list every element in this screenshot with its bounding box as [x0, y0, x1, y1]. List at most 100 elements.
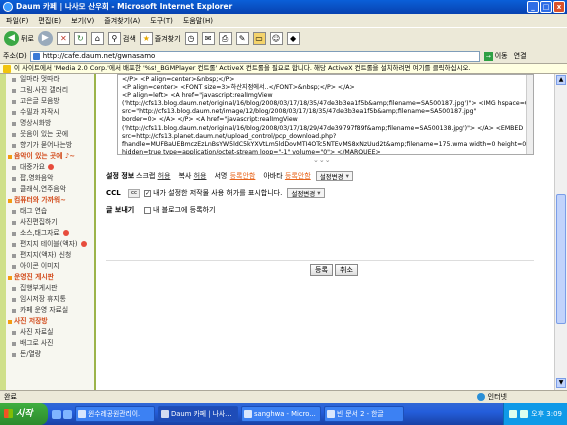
messenger-icon[interactable]: ☺ — [269, 32, 283, 45]
tray-network-icon[interactable] — [509, 410, 518, 418]
sidebar-item[interactable]: 클래식,연주음악 — [0, 184, 94, 195]
tray-volume-icon[interactable] — [520, 410, 529, 418]
maximize-button[interactable]: □ — [540, 1, 552, 13]
folder-icon[interactable]: ▭ — [252, 32, 266, 45]
menu-view[interactable]: 보기(V) — [71, 16, 94, 26]
sidebar-item[interactable]: 웃음이 있는 곳에 — [0, 129, 94, 140]
sidebar-section-header[interactable]: 컴퓨터와 가까워~ — [0, 195, 94, 206]
quicklaunch-desktop-icon[interactable] — [63, 409, 72, 419]
sidebar-item[interactable]: 사진 자료실 — [0, 327, 94, 338]
status-text: 완료 — [4, 393, 17, 401]
zone-text: 인터넷 — [487, 393, 507, 401]
sidebar-item[interactable]: 편지지 테이블(액자) — [0, 239, 94, 250]
copy-label: 복사 — [178, 172, 192, 180]
scroll-thumb[interactable] — [556, 194, 566, 324]
sidebar-item-label: 일마라 멋따라 — [20, 75, 60, 83]
forward-arrow-icon[interactable]: ▶ — [37, 31, 53, 46]
ccl-settings-select[interactable]: 설정변경 — [287, 188, 325, 198]
sidebar-item[interactable]: 그림.사진 갤러리 — [0, 85, 94, 96]
page-scrollbar[interactable]: ▲ ▼ — [554, 74, 567, 390]
address-input[interactable]: http://cafe.daum.net/gwnasamo — [29, 50, 480, 62]
task-button-1[interactable]: 윈수레공원관리이. — [75, 406, 155, 422]
copy-value[interactable]: 허용 — [194, 171, 207, 181]
stop-icon[interactable]: ✕ — [56, 32, 70, 45]
close-button[interactable]: x — [553, 1, 565, 13]
sidebar-section-header[interactable]: 운영진 게시판 — [0, 272, 94, 283]
avatar-label: 아바타 — [263, 172, 283, 180]
edit-icon[interactable]: ✎ — [235, 32, 249, 45]
activex-info-bar[interactable]: 이 사이트에서 'Media 2.0 Corp.'에서 배포한 '%s!_BGM… — [0, 63, 567, 74]
sidebar-item[interactable]: 일마라 멋따라 — [0, 74, 94, 85]
scroll-down-icon[interactable]: ▼ — [556, 378, 566, 388]
sidebar-item[interactable]: 대중가요 — [0, 162, 94, 173]
shield-icon — [3, 65, 11, 73]
cancel-button[interactable]: 취소 — [335, 264, 358, 276]
bullet-icon — [12, 210, 16, 214]
code-line: </P> <P align=center>&nbsp;</P> — [122, 76, 235, 83]
scroll-up-icon[interactable]: ▲ — [556, 75, 566, 85]
html-source-editor[interactable]: </P> <P align=center>&nbsp;</P> <P align=… — [117, 74, 534, 155]
back-button[interactable]: ◀ 뒤로 — [4, 31, 34, 46]
task-button-3[interactable]: sanghwa - Micro... — [241, 406, 321, 422]
post-text: 내 블로그에 등록하기 — [153, 206, 216, 214]
bullet-icon — [8, 199, 12, 203]
sidebar-item[interactable]: 사진편집하기 — [0, 217, 94, 228]
sidebar-item-label: 웃음이 있는 곳에 — [20, 130, 69, 138]
scrap-label: 스크랩 — [136, 172, 156, 180]
menu-favorites[interactable]: 즐겨찾기(A) — [104, 16, 140, 26]
sidebar-item[interactable]: 임시저장 휴지통 — [0, 294, 94, 305]
links-label[interactable]: 연결 — [514, 51, 527, 61]
sidebar-item-label: 컴퓨터와 가까워~ — [14, 196, 66, 204]
sidebar-item[interactable]: 소스,태그자료 — [0, 228, 94, 239]
search-button[interactable]: ⚲ 검색 — [107, 32, 136, 45]
avatar-value[interactable]: 등록안함 — [285, 171, 311, 181]
sidebar-item[interactable]: 편지지(액자) 신청 — [0, 250, 94, 261]
settings-change-select[interactable]: 설정변경 — [315, 171, 353, 181]
start-button[interactable]: 시작 — [0, 403, 48, 425]
menu-file[interactable]: 파일(F) — [6, 16, 28, 26]
history-icon[interactable]: ◷ — [184, 32, 198, 45]
menu-tools[interactable]: 도구(T) — [150, 16, 173, 26]
resize-handle[interactable]: ⌄⌄⌄ — [313, 156, 331, 164]
sidebar-item[interactable]: 배그로 사진 — [0, 338, 94, 349]
home-icon[interactable]: ⌂ — [90, 32, 104, 45]
sidebar-item[interactable]: 태그 연습 — [0, 206, 94, 217]
code-line: ('http://cfs13.blog.daum.net/original/16… — [122, 100, 529, 108]
bullet-icon — [12, 243, 16, 247]
sidebar-item[interactable]: 향기가 묻어나는방 — [0, 140, 94, 151]
research-icon[interactable]: ◆ — [286, 32, 300, 45]
sidebar-section-header[interactable]: 사진 저장방 — [0, 316, 94, 327]
quicklaunch-ie-icon[interactable] — [52, 409, 61, 419]
go-button[interactable]: → 이동 — [483, 51, 508, 61]
sidebar-section-header[interactable]: 음악이 있는 곳에 ♪~ — [0, 151, 94, 162]
scrap-value[interactable]: 허용 — [158, 171, 171, 181]
menu-edit[interactable]: 편집(E) — [38, 16, 61, 26]
sidebar-item[interactable]: 수필과 자작시 — [0, 107, 94, 118]
sidebar-item[interactable]: 팝,영화음악 — [0, 173, 94, 184]
bullet-icon — [12, 221, 16, 225]
sidebar-item[interactable]: 카페 운영 자료실 — [0, 305, 94, 316]
signature-value[interactable]: 등록안함 — [230, 171, 256, 181]
back-label: 뒤로 — [21, 34, 34, 43]
sidebar-item[interactable]: 돈/열량 — [0, 349, 94, 360]
menu-help[interactable]: 도움말(H) — [183, 16, 213, 26]
ccl-checkbox[interactable]: ✓ — [144, 189, 152, 197]
bullet-icon — [12, 298, 16, 302]
blog-checkbox[interactable] — [144, 206, 151, 214]
sidebar-item-label: 음악이 있는 곳에 ♪~ — [14, 152, 75, 160]
sidebar-item[interactable]: 명상시화방 — [0, 118, 94, 129]
sidebar-item-label: 편지지(액자) 신청 — [20, 251, 72, 259]
sidebar-item[interactable]: 고은글 모음방 — [0, 96, 94, 107]
bullet-icon — [8, 320, 12, 324]
editor-scrollbar[interactable] — [526, 75, 533, 154]
refresh-icon[interactable]: ↻ — [73, 32, 87, 45]
task-button-4[interactable]: 빈 문서 2 - 한글 — [324, 406, 404, 422]
minimize-button[interactable]: _ — [527, 1, 539, 13]
favorites-button[interactable]: ★ 즐겨찾기 — [139, 32, 181, 45]
sidebar-item[interactable]: 집행부게시판 — [0, 283, 94, 294]
submit-button[interactable]: 등록 — [310, 264, 333, 276]
print-icon[interactable]: ⎙ — [218, 32, 232, 45]
mail-icon[interactable]: ✉ — [201, 32, 215, 45]
sidebar-item[interactable]: 아이콘 이미지 — [0, 261, 94, 272]
task-button-2[interactable]: Daum 카페 | 나사... — [158, 406, 238, 422]
